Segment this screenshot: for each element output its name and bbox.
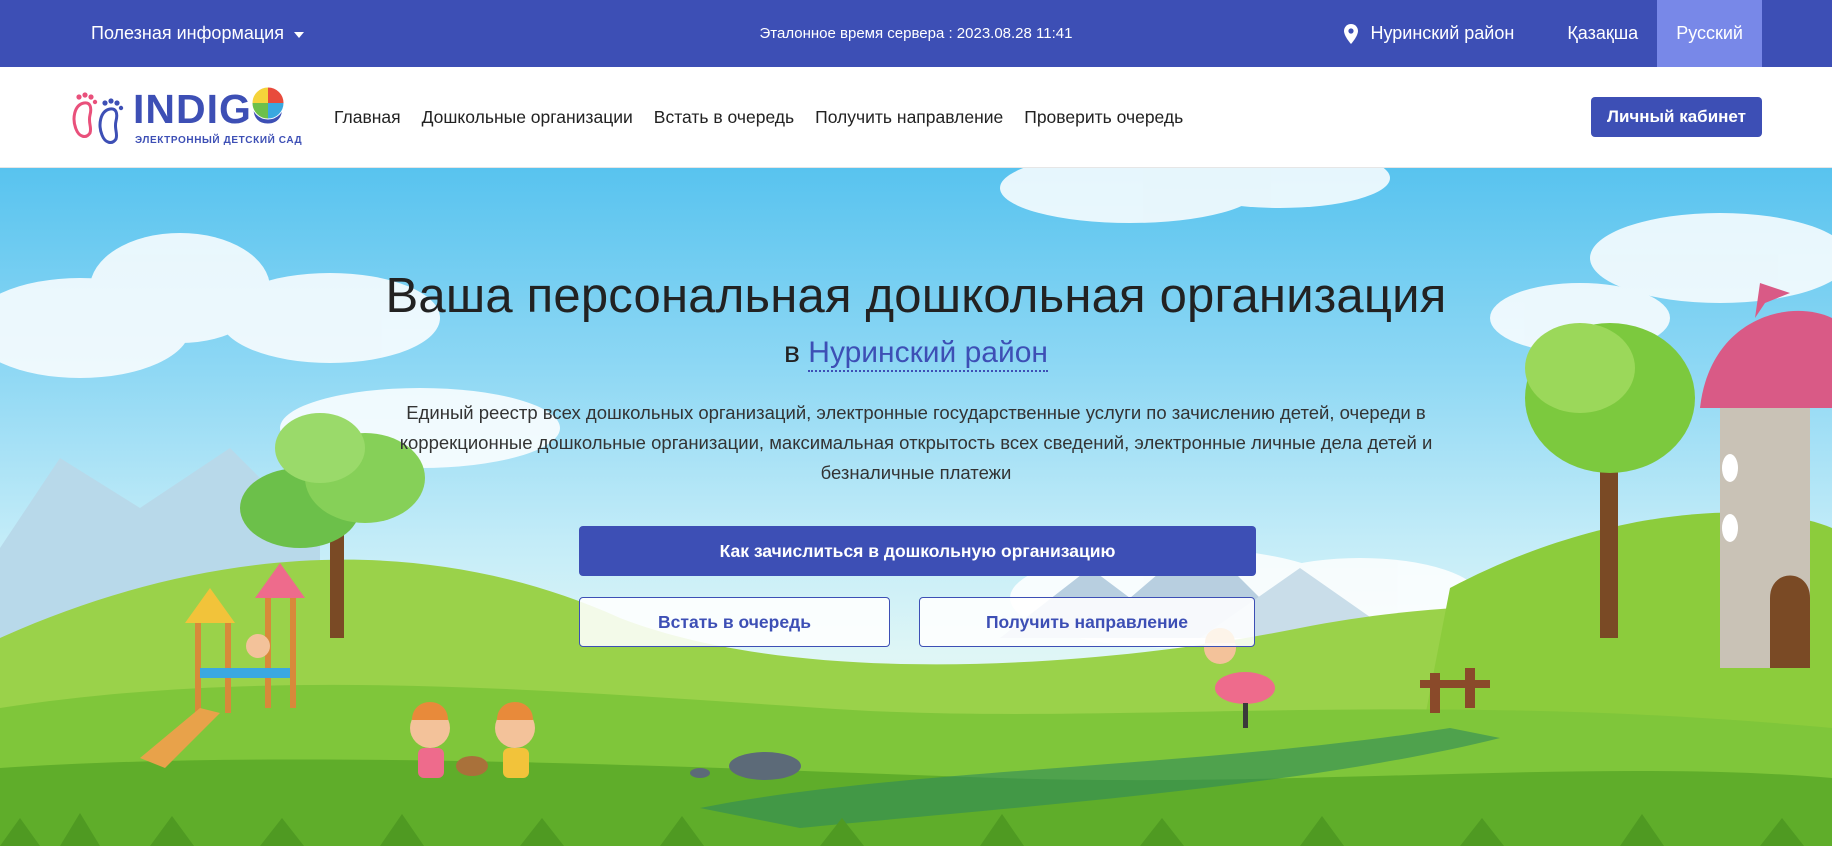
indigo-logo[interactable]: INDIGO ЭЛЕКТРОННЫЙ ДЕТСКИЙ САД: [70, 85, 306, 155]
beach-ball-icon: [251, 86, 285, 120]
language-kazakh[interactable]: Қазақша: [1548, 0, 1657, 67]
baby-feet-icon: [72, 92, 124, 144]
region-label: Нуринский район: [1370, 23, 1515, 43]
get-direction-button[interactable]: Получить направление: [919, 597, 1255, 647]
hero-description: Единый реестр всех дошкольных организаци…: [399, 402, 1433, 483]
useful-info-label: Полезная информация: [91, 23, 284, 43]
nav-join-queue[interactable]: Встать в очередь: [654, 107, 794, 128]
hero-region-link[interactable]: Нуринский район: [808, 336, 1048, 372]
hero-content: Ваша персональная дошкольная организация…: [0, 168, 1832, 846]
main-navbar: INDIGO ЭЛЕКТРОННЫЙ ДЕТСКИЙ САД Главная Д…: [0, 67, 1832, 168]
nav-get-direction[interactable]: Получить направление: [815, 107, 1003, 128]
hero-subtitle: в Нуринский район: [0, 336, 1832, 372]
nav-preschool-organizations[interactable]: Дошкольные организации: [422, 107, 633, 128]
useful-info-dropdown[interactable]: Полезная информация: [91, 0, 304, 67]
top-bar-right-group: Нуринский район Қазақша Русский: [1344, 0, 1762, 67]
top-bar: Полезная информация Эталонное время серв…: [0, 0, 1832, 67]
language-russian[interactable]: Русский: [1657, 0, 1762, 67]
nav-home[interactable]: Главная: [334, 107, 401, 128]
map-pin-icon: [1344, 23, 1359, 44]
nav-check-queue[interactable]: Проверить очередь: [1024, 107, 1183, 128]
logo-tagline: ЭЛЕКТРОННЫЙ ДЕТСКИЙ САД: [135, 135, 303, 146]
personal-cabinet-button[interactable]: Личный кабинет: [1591, 97, 1762, 137]
how-to-enroll-button[interactable]: Как зачислиться в дошкольную организацию: [579, 526, 1256, 576]
hero-subtitle-prefix: в: [784, 336, 800, 369]
join-queue-button[interactable]: Встать в очередь: [579, 597, 890, 647]
hero-section: Ваша персональная дошкольная организация…: [0, 168, 1832, 846]
primary-navigation: Главная Дошкольные организации Встать в …: [334, 67, 1183, 168]
chevron-down-icon: [293, 31, 304, 38]
hero-title: Ваша персональная дошкольная организация: [385, 269, 1447, 323]
region-selector[interactable]: Нуринский район: [1344, 23, 1514, 44]
